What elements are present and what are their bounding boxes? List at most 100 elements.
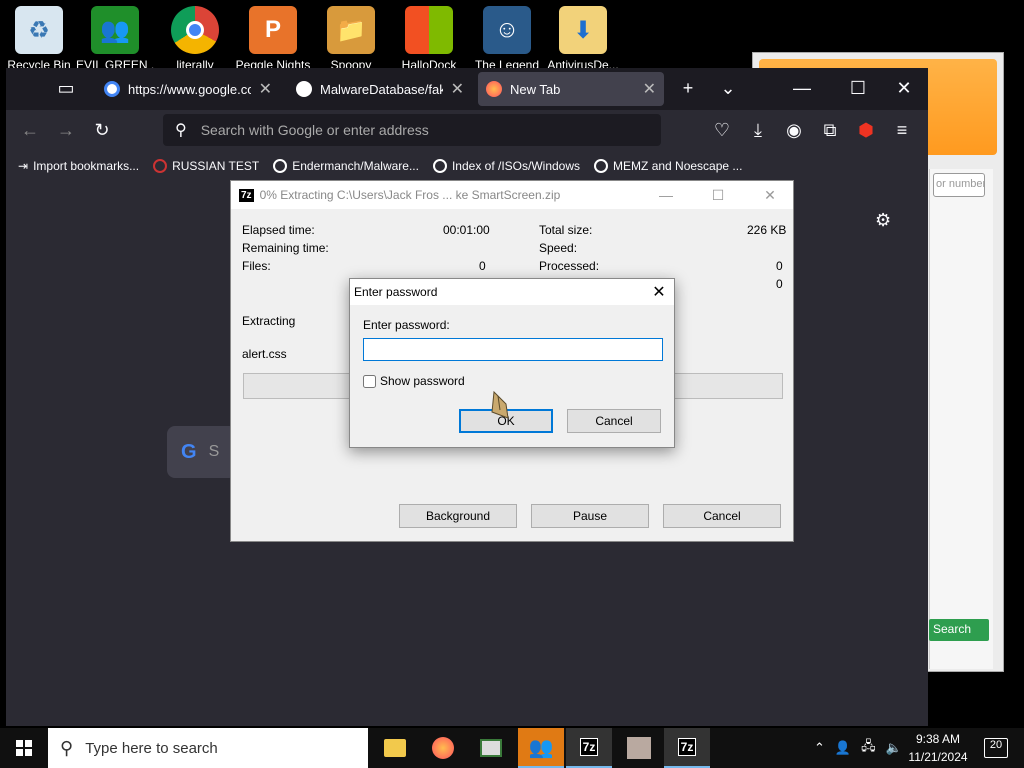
show-password-checkbox[interactable] bbox=[363, 374, 376, 388]
ratio-value: 0 bbox=[776, 277, 783, 291]
chevron-down-icon[interactable]: ⌄ bbox=[716, 78, 740, 99]
cancel-button[interactable]: Cancel bbox=[567, 409, 661, 433]
password-dialog-title: Enter password bbox=[354, 285, 438, 299]
desktop-icon-literally[interactable]: literally bbox=[156, 6, 234, 72]
forward-icon[interactable]: → bbox=[54, 120, 78, 141]
elapsed-value: 00:01:00 bbox=[443, 223, 490, 237]
desktop-icon-peggle[interactable]: P Peggle Nights bbox=[234, 6, 312, 72]
extensions-icon[interactable]: ⧉ bbox=[818, 120, 842, 141]
globe-icon bbox=[594, 159, 609, 173]
windows-start-icon bbox=[16, 740, 32, 756]
desktop-icon-recycle-bin[interactable]: ♻ Recycle Bin bbox=[0, 6, 78, 72]
desktop-icon-the-legend[interactable]: ☺ The Legend bbox=[468, 6, 546, 72]
tab-title: https://www.google.com bbox=[128, 81, 251, 97]
taskbar-green-people[interactable]: 👥 bbox=[518, 728, 564, 768]
bookmark-endermanch[interactable]: Endermanch/Malware... bbox=[273, 159, 419, 173]
pause-button[interactable]: Pause bbox=[531, 504, 649, 528]
taskbar-search[interactable]: ⚲ Type here to search bbox=[48, 728, 368, 768]
cancel-button[interactable]: Cancel bbox=[663, 504, 781, 528]
google-icon bbox=[273, 159, 288, 173]
new-tab-icon[interactable]: + bbox=[676, 78, 700, 99]
google-icon bbox=[432, 159, 447, 173]
tab-overview-icon[interactable]: ▭ bbox=[54, 78, 78, 99]
green-people-icon: 👥 bbox=[91, 6, 139, 54]
menu-icon[interactable]: ≡ bbox=[890, 120, 914, 141]
back-icon[interactable]: ← bbox=[18, 120, 42, 141]
tab-bar: ▭ https://www.google.com ✕ MalwareDataba… bbox=[6, 68, 928, 110]
ublock-icon[interactable]: ⬢ bbox=[854, 120, 878, 141]
notification-badge[interactable]: 20 bbox=[984, 738, 1008, 758]
address-bar[interactable]: ⚲ Search with Google or enter address bbox=[163, 114, 661, 146]
password-dialog: Enter password ✕ Enter password: Show pa… bbox=[349, 278, 675, 448]
bookmark-label: MEMZ and Noescape ... bbox=[613, 159, 743, 173]
elapsed-label: Elapsed time: bbox=[242, 223, 315, 237]
bookmark-label: Import bookmarks... bbox=[33, 159, 140, 173]
taskbar-app-window[interactable] bbox=[468, 728, 514, 768]
system-tray: ⌃ 👤 🖧 🔈 bbox=[814, 728, 902, 768]
green-people-icon[interactable]: 👤 bbox=[835, 740, 851, 756]
tab-malwaredatabase[interactable]: MalwareDatabase/fakesc ✕ bbox=[288, 72, 472, 106]
chevron-up-icon[interactable]: ⌃ bbox=[814, 740, 825, 756]
close-icon[interactable]: ✕ bbox=[747, 187, 793, 204]
pocket-icon[interactable]: ♡ bbox=[710, 120, 734, 141]
downloads-icon[interactable]: ⤓ bbox=[746, 120, 770, 141]
search-icon: ⚲ bbox=[60, 737, 74, 758]
desktop-icon-hallodock[interactable]: HalloDock bbox=[390, 6, 468, 72]
close-window-icon[interactable]: ✕ bbox=[892, 78, 916, 99]
bookmark-index-isos[interactable]: Index of /ISOs/Windows bbox=[432, 159, 580, 173]
start-button[interactable] bbox=[0, 728, 48, 768]
network-icon[interactable]: 🖧 bbox=[861, 737, 876, 759]
taskbar-cat-photo[interactable] bbox=[616, 728, 662, 768]
close-icon[interactable]: ✕ bbox=[643, 79, 656, 99]
bookmark-import[interactable]: ⇥ Import bookmarks... bbox=[18, 159, 139, 173]
bookmarks-bar: ⇥ Import bookmarks... RUSSIAN TEST Enderm… bbox=[6, 152, 928, 180]
desktop-icon-antivirus[interactable]: ⬇ AntivirusDe... bbox=[544, 6, 622, 72]
clock[interactable]: 9:38 AM 11/21/2024 bbox=[900, 730, 976, 766]
show-password-toggle[interactable]: Show password bbox=[363, 374, 465, 388]
taskbar-7zip-1[interactable]: 7z bbox=[566, 728, 612, 768]
reload-icon[interactable]: ↻ bbox=[90, 120, 114, 141]
desktop-icon-spoopy[interactable]: 📁 Spoopy bbox=[312, 6, 390, 72]
show-password-label: Show password bbox=[380, 374, 465, 388]
background-panel bbox=[929, 169, 993, 669]
gear-icon[interactable]: ⚙ bbox=[875, 210, 891, 231]
recycle-bin-icon: ♻ bbox=[15, 6, 63, 54]
green-people-icon: 👥 bbox=[528, 736, 554, 759]
minimize-icon[interactable]: — bbox=[790, 78, 814, 99]
close-icon[interactable]: ✕ bbox=[451, 79, 464, 99]
taskbar-file-explorer[interactable] bbox=[372, 728, 418, 768]
tab-new-tab[interactable]: New Tab ✕ bbox=[478, 72, 664, 106]
taskbar-firefox[interactable] bbox=[420, 728, 466, 768]
7zip-icon: 7z bbox=[579, 738, 599, 756]
address-placeholder: Search with Google or enter address bbox=[200, 122, 429, 138]
firefox-icon bbox=[486, 81, 502, 97]
password-input[interactable] bbox=[363, 338, 663, 361]
clock-date: 11/21/2024 bbox=[908, 750, 968, 764]
minimize-icon[interactable]: — bbox=[643, 187, 689, 203]
taskbar-7zip-2[interactable]: 7z bbox=[664, 728, 710, 768]
windows-logo-icon bbox=[405, 6, 453, 54]
game-character-icon: ☺ bbox=[483, 6, 531, 54]
account-icon[interactable]: ◉ bbox=[782, 120, 806, 141]
maximize-icon[interactable]: ☐ bbox=[846, 78, 870, 99]
background-button[interactable]: Background bbox=[399, 504, 517, 528]
7zip-icon: 7z bbox=[239, 188, 254, 202]
extract-title: 0% Extracting C:\Users\Jack Fros ... ke … bbox=[259, 188, 561, 202]
close-icon[interactable]: ✕ bbox=[259, 79, 272, 99]
red-circle-icon bbox=[153, 159, 168, 173]
search-icon: ⚲ bbox=[175, 122, 187, 139]
search-button[interactable]: Search bbox=[929, 619, 989, 641]
close-icon[interactable]: ✕ bbox=[644, 282, 674, 302]
maximize-icon[interactable]: ☐ bbox=[695, 187, 741, 204]
bookmark-label: Endermanch/Malware... bbox=[292, 159, 419, 173]
taskbar: ⚲ Type here to search 👥 7z 7z ⌃ 👤 🖧 🔈 9:… bbox=[0, 728, 1024, 768]
chrome-icon bbox=[171, 6, 219, 54]
bookmark-memz[interactable]: MEMZ and Noescape ... bbox=[594, 159, 742, 173]
number-field[interactable]: or number bbox=[933, 173, 985, 197]
extracting-label: Extracting bbox=[242, 314, 296, 328]
total-size-value: 226 KB bbox=[747, 223, 787, 237]
google-search-box[interactable]: G S bbox=[167, 426, 237, 478]
desktop-icon-evil-green[interactable]: 👥 EVIL GREEN ... bbox=[76, 6, 154, 72]
tab-google[interactable]: https://www.google.com ✕ bbox=[96, 72, 280, 106]
bookmark-russian-test[interactable]: RUSSIAN TEST bbox=[153, 159, 259, 173]
